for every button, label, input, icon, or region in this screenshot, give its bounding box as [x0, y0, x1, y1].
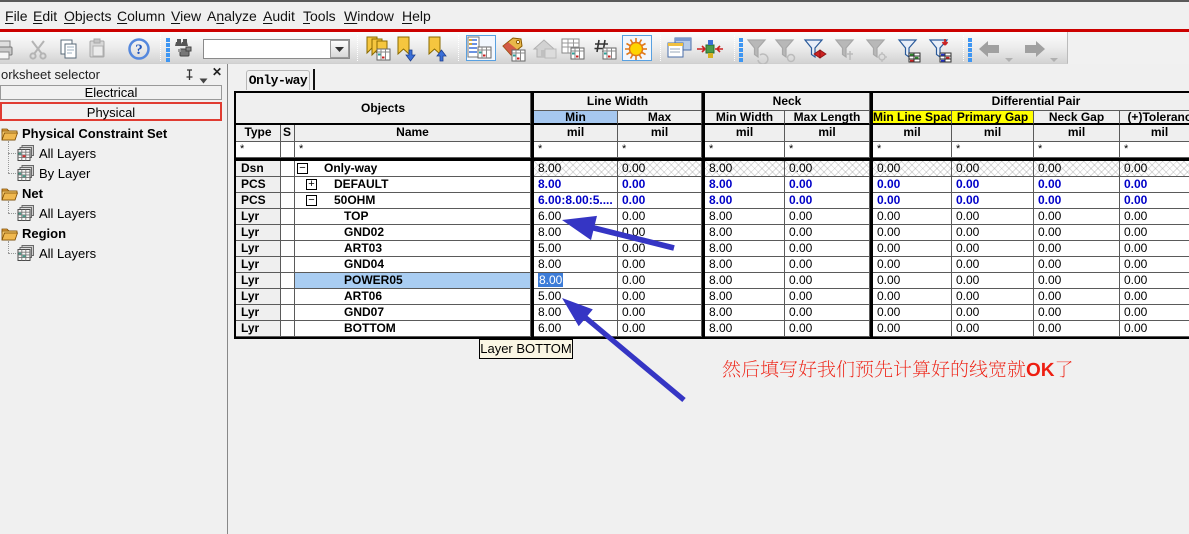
svg-text:?: ?	[135, 42, 143, 58]
